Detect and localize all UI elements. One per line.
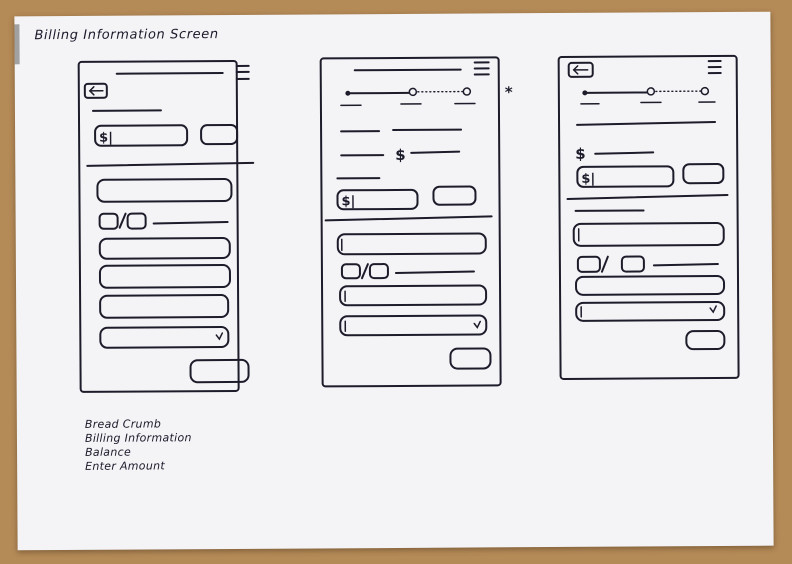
hamburger-icon[interactable]	[235, 64, 250, 80]
sketch-paper: Billing Information Screen $| * $ $| $ $…	[14, 11, 774, 551]
section-divider	[324, 215, 493, 222]
dollar-icon: $|	[99, 131, 113, 146]
expiry-month-input[interactable]	[576, 255, 601, 273]
apply-button[interactable]	[200, 123, 239, 146]
state-select[interactable]	[339, 314, 488, 337]
balance-amount-line	[594, 151, 655, 155]
cvv-line	[652, 263, 719, 267]
expiry-year-input[interactable]	[620, 255, 645, 273]
card-number-input[interactable]	[96, 178, 233, 203]
hamburger-icon[interactable]	[473, 61, 490, 76]
section-divider	[86, 161, 255, 167]
expiry-month-input[interactable]	[340, 263, 361, 280]
back-arrow-icon[interactable]	[83, 82, 108, 99]
submit-button[interactable]	[685, 330, 726, 351]
balance-amount-line	[410, 150, 461, 154]
legend-notes: Bread Crumb Billing Information Balance …	[85, 417, 192, 474]
legend-item: Bread Crumb	[84, 417, 162, 431]
name-input[interactable]	[339, 284, 488, 307]
address-input[interactable]	[98, 264, 231, 289]
dollar-icon: $|	[581, 172, 595, 187]
dollar-icon: $	[575, 145, 586, 163]
wireframe-screen-2: * $ $|	[319, 56, 513, 388]
name-input[interactable]	[575, 275, 726, 296]
chevron-down-icon	[709, 305, 717, 314]
apply-button[interactable]	[682, 163, 725, 185]
breadcrumb-stepper	[580, 86, 716, 105]
expiry-year-input[interactable]	[368, 263, 389, 280]
expiry-month-input[interactable]	[98, 212, 119, 230]
date-slash	[600, 255, 609, 273]
legend-item: Balance	[85, 445, 132, 459]
header-title-line	[115, 72, 224, 75]
city-input[interactable]	[99, 294, 230, 319]
header-title-line	[353, 68, 462, 72]
section-divider	[566, 193, 729, 200]
cvv-line	[152, 221, 229, 225]
annotation-star: *	[505, 83, 513, 101]
legend-item: Billing Information	[84, 431, 192, 445]
cvv-line	[394, 270, 475, 274]
card-number-input[interactable]	[336, 232, 487, 256]
date-slash	[360, 263, 369, 280]
submit-button[interactable]	[449, 347, 492, 370]
wireframe-screen-3: $ $|	[557, 54, 740, 380]
submit-button[interactable]	[189, 358, 250, 384]
chevron-down-icon	[473, 320, 481, 329]
date-slash	[118, 212, 127, 229]
wireframe-screen-1: $|	[77, 59, 255, 393]
apply-button[interactable]	[432, 185, 477, 206]
name-input[interactable]	[98, 237, 231, 260]
back-arrow-icon[interactable]	[567, 61, 594, 78]
state-select[interactable]	[575, 301, 726, 322]
phone-frame	[319, 56, 502, 388]
dollar-icon: $|	[341, 194, 355, 209]
breadcrumb-stepper	[340, 87, 476, 107]
expiry-year-input[interactable]	[126, 212, 147, 230]
state-select[interactable]	[99, 326, 230, 349]
dollar-icon: $	[395, 146, 406, 164]
hamburger-icon[interactable]	[707, 60, 722, 75]
legend-item: Enter Amount	[85, 459, 166, 473]
card-number-input[interactable]	[572, 222, 725, 247]
billing-heading-line	[576, 121, 717, 126]
chevron-down-icon	[215, 332, 224, 341]
